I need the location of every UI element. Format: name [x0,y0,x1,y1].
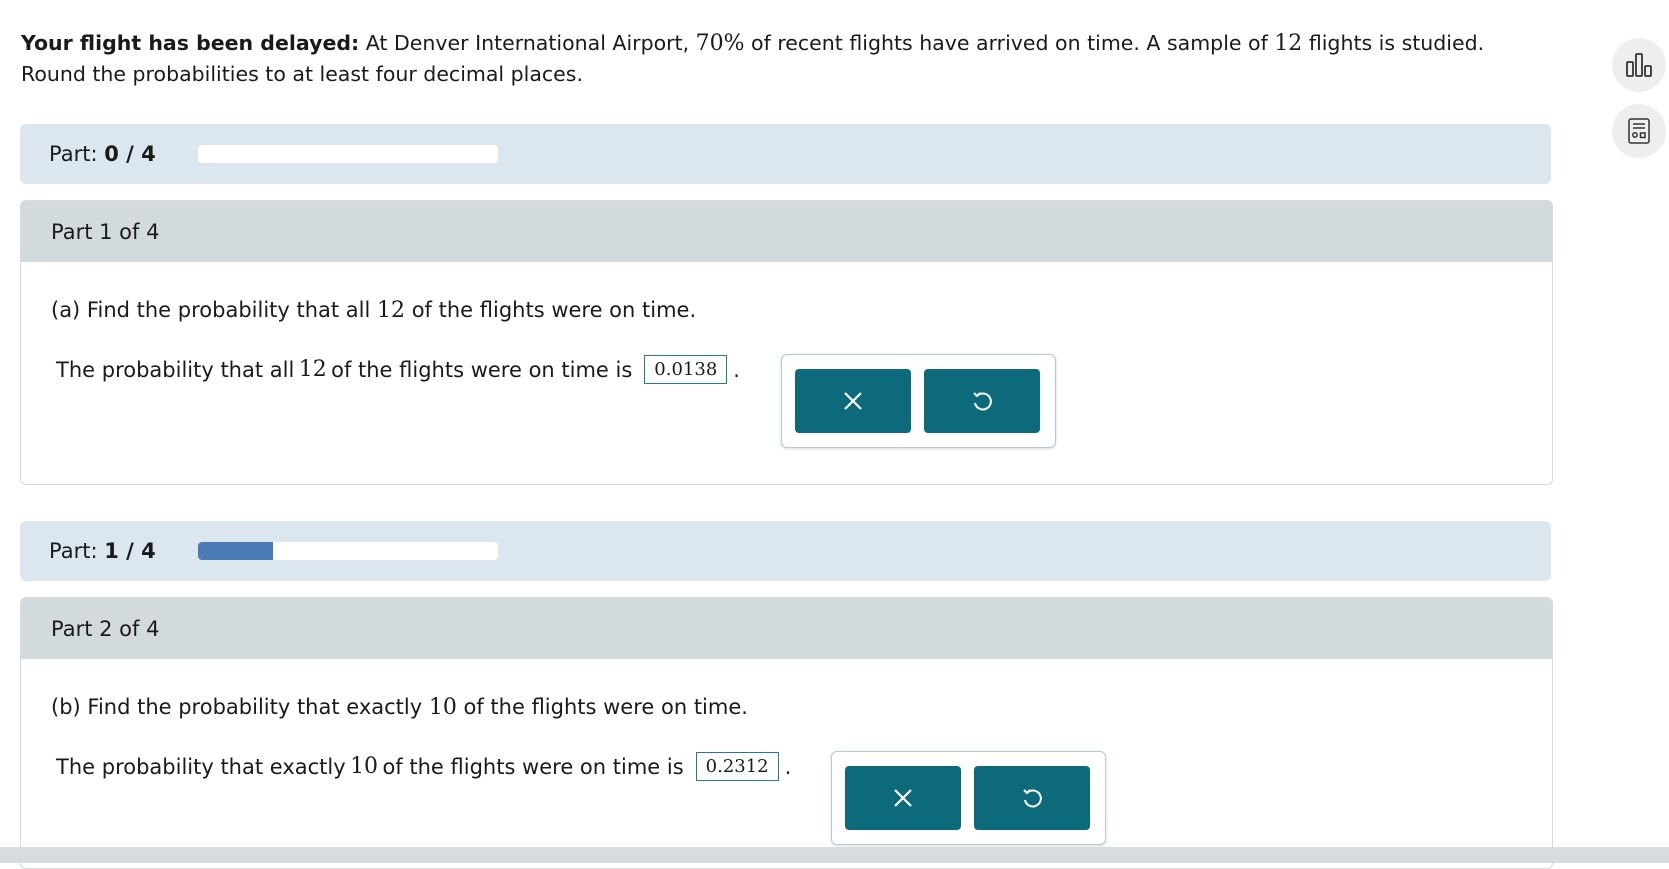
progress-track [198,542,498,560]
undo-icon [973,392,992,411]
horizontal-scrollbar[interactable] [0,847,1669,863]
intro-text-3: flights is studied. [1302,31,1485,55]
calculator-button[interactable] [1612,104,1666,158]
part-progress-count: 0 / 4 [104,142,156,166]
intro-text-1: At Denver International Airport, [359,31,696,55]
part-1-tool-panel [781,354,1056,448]
close-icon [894,789,912,807]
part-1-header: Part 1 of 4 [21,201,1552,262]
part-1-answer-input[interactable]: 0.0138 [644,355,728,384]
progress-fill [198,542,273,560]
part-progress-label: Part: 0 / 4 [49,142,156,166]
part-1-answer-line: The probability that all 12 of the fligh… [56,355,740,384]
part-progress-label: Part: 1 / 4 [49,539,156,563]
progress-track [198,145,498,163]
undo-button[interactable] [924,369,1040,433]
clear-button[interactable] [795,369,911,433]
part-progress-count: 1 / 4 [104,539,156,563]
part-2-question: (b) Find the probability that exactly 10… [51,695,748,720]
problem-intro: Your flight has been delayed: At Denver … [21,28,1541,89]
undo-icon [1023,789,1042,808]
part-progress-bar: Part: 1 / 4 [20,521,1551,581]
bar-chart-icon [1626,53,1652,77]
part-2-tool-panel [831,751,1106,845]
intro-text-2: of recent flights have arrived on time. … [744,31,1275,55]
part-progress-bar: Part: 0 / 4 [20,124,1551,184]
clear-button[interactable] [845,766,961,830]
intro-bold-lead: Your flight has been delayed: [21,31,360,55]
part-1-question: (a) Find the probability that all 12 of … [51,298,697,323]
part-2-answer-input[interactable]: 0.2312 [695,752,779,781]
close-icon [844,392,862,410]
part-2-answer-line: The probability that exactly 10 of the f… [56,752,792,781]
part-2-header: Part 2 of 4 [21,598,1552,659]
data-chart-button[interactable] [1612,38,1666,92]
intro-sample-size: 12 [1274,31,1303,56]
undo-button[interactable] [974,766,1090,830]
intro-rounding-note: Round the probabilities to at least four… [21,62,583,86]
calculator-icon [1628,118,1650,144]
part-1-panel: Part 1 of 4 (a) Find the probability tha… [20,200,1553,485]
intro-percent: 70% [695,31,745,56]
part-2-panel: Part 2 of 4 (b) Find the probability tha… [20,597,1553,869]
